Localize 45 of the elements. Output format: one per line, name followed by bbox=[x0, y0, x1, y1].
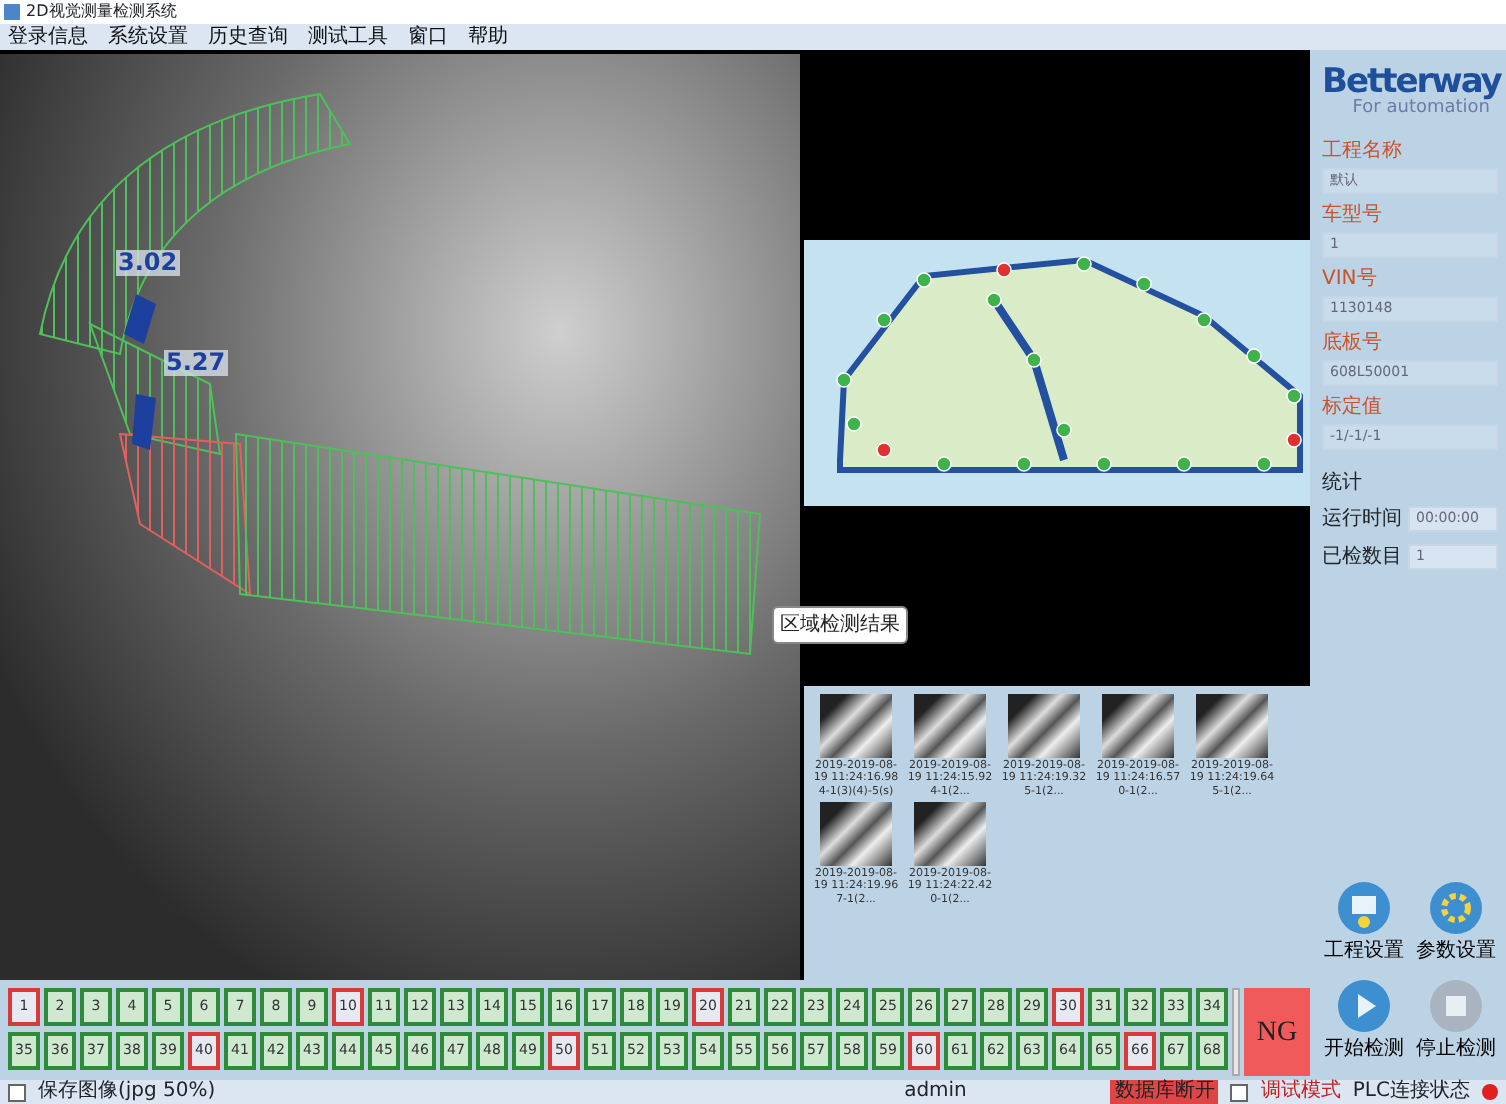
field-label: 底板号 bbox=[1322, 334, 1384, 354]
field-label: 标定值 bbox=[1322, 398, 1384, 418]
thumbnail-image[interactable] bbox=[820, 801, 892, 866]
stop-icon bbox=[1428, 978, 1484, 1034]
thumbnail-image[interactable] bbox=[1008, 694, 1080, 758]
play-icon bbox=[1336, 978, 1392, 1034]
tool-button[interactable]: 工程设置 bbox=[1322, 880, 1406, 962]
field-label: 车型号 bbox=[1322, 206, 1384, 226]
measurement-label: 3.02 bbox=[116, 250, 180, 277]
scrollbar[interactable] bbox=[1232, 988, 1240, 1076]
checkbox-label: 保存图像(jpg 50%) bbox=[38, 1082, 216, 1102]
menu-item[interactable]: 测试工具 bbox=[308, 27, 388, 47]
user-name: admin bbox=[904, 1082, 967, 1102]
menu-item[interactable]: 窗口 bbox=[408, 27, 448, 47]
app-icon bbox=[4, 4, 20, 20]
tool-button[interactable]: 参数设置 bbox=[1414, 880, 1498, 962]
window-title: 2D视觉测量检测系统 bbox=[26, 4, 177, 20]
menu-item[interactable]: 帮助 bbox=[468, 27, 508, 47]
gear-icon bbox=[1428, 880, 1484, 936]
monitor-icon bbox=[1336, 880, 1392, 936]
logo-text: Betterway bbox=[1322, 66, 1498, 100]
stat-label: 运行时间 bbox=[1322, 509, 1402, 529]
database-status: 数据库断开 bbox=[1110, 1080, 1219, 1104]
menu-item[interactable]: 登录信息 bbox=[8, 27, 88, 47]
checkbox[interactable] bbox=[8, 1083, 26, 1101]
tool-button[interactable]: 停止检测 bbox=[1414, 978, 1498, 1060]
status-label: PLC连接状态 bbox=[1352, 1082, 1470, 1102]
thumbnail-image[interactable] bbox=[914, 694, 986, 758]
stat-label: 已检数目 bbox=[1322, 547, 1402, 567]
checkbox-label: 调试模式 bbox=[1260, 1082, 1341, 1102]
menu-item[interactable]: 历史查询 bbox=[208, 27, 288, 47]
tool-button[interactable]: 开始检测 bbox=[1322, 978, 1406, 1060]
checkbox[interactable] bbox=[1230, 1083, 1249, 1101]
logo-tagline: For automation bbox=[1352, 100, 1490, 118]
thumbnail-image[interactable] bbox=[1102, 694, 1174, 758]
thumbnail-image[interactable] bbox=[1196, 694, 1268, 758]
measurement-label: 5.27 bbox=[164, 350, 228, 377]
field-label: VIN号 bbox=[1322, 270, 1379, 290]
section-title: 统计 bbox=[1322, 474, 1364, 494]
result-indicator: NG bbox=[1244, 988, 1310, 1076]
tooltip: 区域检测结果 bbox=[772, 606, 908, 644]
menu-item[interactable]: 系统设置 bbox=[108, 27, 188, 47]
field-label: 工程名称 bbox=[1322, 142, 1404, 162]
thumbnail-image[interactable] bbox=[914, 801, 986, 866]
thumbnail-image[interactable] bbox=[820, 694, 892, 758]
